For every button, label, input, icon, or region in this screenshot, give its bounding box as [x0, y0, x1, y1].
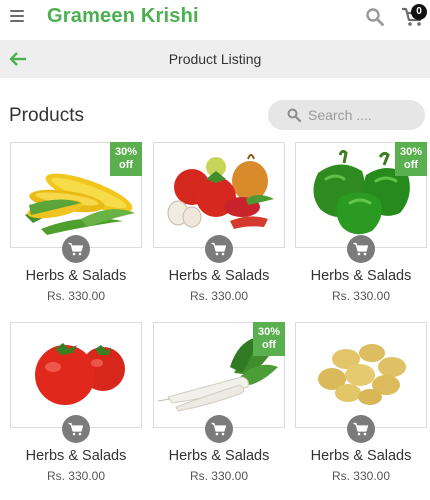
- product-name[interactable]: Herbs & Salads: [289, 268, 430, 284]
- add-to-cart-button[interactable]: [62, 415, 90, 443]
- product-card[interactable]: 30% off Herbs & Salads Rs. 330.00: [153, 322, 285, 483]
- page-title: Product Listing: [168, 51, 262, 67]
- product-card[interactable]: 30% off Herbs & Salads Rs. 330.00: [295, 142, 427, 303]
- tomatoes-image: [35, 343, 125, 405]
- cart-icon: [211, 242, 227, 256]
- discount-badge: 30% off: [395, 142, 427, 176]
- hamburger-menu-icon[interactable]: [10, 10, 24, 22]
- product-price: Rs. 330.00: [189, 289, 249, 303]
- product-image[interactable]: [10, 322, 142, 428]
- add-to-cart-button[interactable]: [347, 415, 375, 443]
- add-to-cart-button[interactable]: [347, 235, 375, 263]
- add-to-cart-button[interactable]: [205, 415, 233, 443]
- product-card[interactable]: 30% off Herbs & Salads Rs. 330.00: [10, 142, 142, 303]
- product-card[interactable]: Herbs & Salads Rs. 330.00: [10, 322, 142, 483]
- discount-badge: 30% off: [110, 142, 142, 176]
- cart-icon: [353, 242, 369, 256]
- product-name[interactable]: Herbs & Salads: [4, 448, 148, 464]
- product-name[interactable]: Herbs & Salads: [4, 268, 148, 284]
- product-name[interactable]: Herbs & Salads: [147, 448, 291, 464]
- potatoes-image: [318, 344, 406, 405]
- product-name[interactable]: Herbs & Salads: [147, 268, 291, 284]
- cart-icon: [68, 242, 84, 256]
- search-input[interactable]: [308, 105, 418, 125]
- cart-icon: [211, 422, 227, 436]
- product-name[interactable]: Herbs & Salads: [289, 448, 430, 464]
- add-to-cart-button[interactable]: [205, 235, 233, 263]
- product-card[interactable]: Herbs & Salads Rs. 330.00: [295, 322, 427, 483]
- product-card[interactable]: Herbs & Salads Rs. 330.00: [153, 142, 285, 303]
- discount-badge: 30% off: [253, 322, 285, 356]
- cart-icon: [68, 422, 84, 436]
- product-price: Rs. 330.00: [46, 289, 106, 303]
- product-price: Rs. 330.00: [331, 289, 391, 303]
- add-to-cart-button[interactable]: [62, 235, 90, 263]
- top-app-bar: Grameen Krishi 0: [0, 0, 430, 36]
- mixed-vegetables-image: [167, 154, 274, 229]
- product-price: Rs. 330.00: [46, 469, 106, 483]
- cart-count-badge: 0: [411, 4, 427, 20]
- product-image[interactable]: [153, 142, 285, 248]
- product-price: Rs. 330.00: [189, 469, 249, 483]
- search-icon[interactable]: [365, 7, 385, 27]
- product-price: Rs. 330.00: [331, 469, 391, 483]
- search-icon: [287, 108, 301, 122]
- cart-icon: [353, 422, 369, 436]
- page-header: Product Listing: [0, 40, 430, 78]
- search-bar[interactable]: [268, 100, 425, 130]
- section-title: Products: [9, 105, 84, 126]
- app-title: Grameen Krishi: [47, 5, 199, 27]
- product-image[interactable]: [295, 322, 427, 428]
